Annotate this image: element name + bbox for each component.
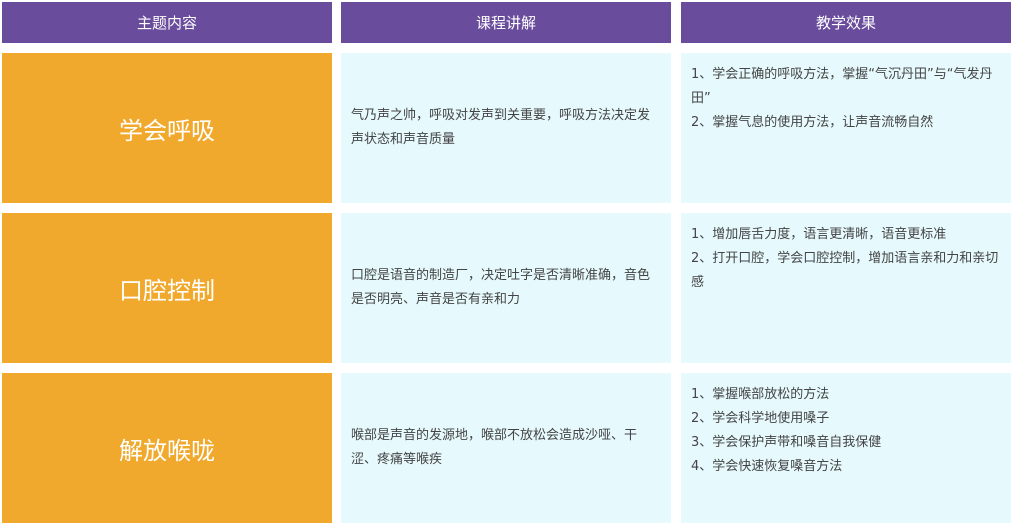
effect-cell: 1、增加唇舌力度，语言更清晰，语音更标准 2、打开口腔，学会口腔控制，增加语言亲… (681, 213, 1011, 363)
lecture-cell: 气乃声之帅，呼吸对发声到关重要，呼吸方法决定发声状态和声音质量 (341, 53, 671, 203)
header-topic: 主题内容 (2, 2, 332, 43)
effect-item: 2、掌握气息的使用方法，让声音流畅自然 (691, 115, 934, 130)
table-row: 学会呼吸 气乃声之帅，呼吸对发声到关重要，呼吸方法决定发声状态和声音质量 1、学… (0, 53, 1014, 203)
effect-item: 3、学会保护声带和嗓音自我保健 (691, 435, 882, 450)
effect-item: 2、打开口腔，学会口腔控制，增加语言亲和力和亲切感 (691, 251, 999, 290)
lecture-cell: 喉部是声音的发源地，喉部不放松会造成沙哑、干涩、疼痛等喉疾 (341, 373, 671, 523)
table-row: 解放喉咙 喉部是声音的发源地，喉部不放松会造成沙哑、干涩、疼痛等喉疾 1、掌握喉… (0, 373, 1014, 523)
effect-item: 1、增加唇舌力度，语言更清晰，语音更标准 (691, 227, 947, 242)
lecture-text: 气乃声之帅，呼吸对发声到关重要，呼吸方法决定发声状态和声音质量 (351, 108, 651, 147)
effect-item: 2、学会科学地使用嗓子 (691, 411, 830, 426)
effect-item: 1、掌握喉部放松的方法 (691, 387, 830, 402)
lecture-text: 口腔是语音的制造厂，决定吐字是否清晰准确，音色是否明亮、声音是否有亲和力 (351, 268, 651, 307)
effect-cell: 1、学会正确的呼吸方法，掌握“气沉丹田”与“气发丹田” 2、掌握气息的使用方法，… (681, 53, 1011, 203)
topic-cell: 口腔控制 (2, 213, 332, 363)
lecture-cell: 口腔是语音的制造厂，决定吐字是否清晰准确，音色是否明亮、声音是否有亲和力 (341, 213, 671, 363)
course-table: 主题内容 课程讲解 教学效果 学会呼吸 气乃声之帅，呼吸对发声到关重要，呼吸方法… (0, 0, 1014, 525)
lecture-text: 喉部是声音的发源地，喉部不放松会造成沙哑、干涩、疼痛等喉疾 (351, 428, 638, 467)
header-lecture: 课程讲解 (341, 2, 671, 43)
topic-cell: 解放喉咙 (2, 373, 332, 523)
effect-cell: 1、掌握喉部放松的方法 2、学会科学地使用嗓子 3、学会保护声带和嗓音自我保健 … (681, 373, 1011, 523)
effect-item: 4、学会快速恢复嗓音方法 (691, 459, 843, 474)
effect-item: 1、学会正确的呼吸方法，掌握“气沉丹田”与“气发丹田” (691, 67, 993, 106)
header-effect: 教学效果 (681, 2, 1011, 43)
table-row: 口腔控制 口腔是语音的制造厂，决定吐字是否清晰准确，音色是否明亮、声音是否有亲和… (0, 213, 1014, 363)
topic-cell: 学会呼吸 (2, 53, 332, 203)
